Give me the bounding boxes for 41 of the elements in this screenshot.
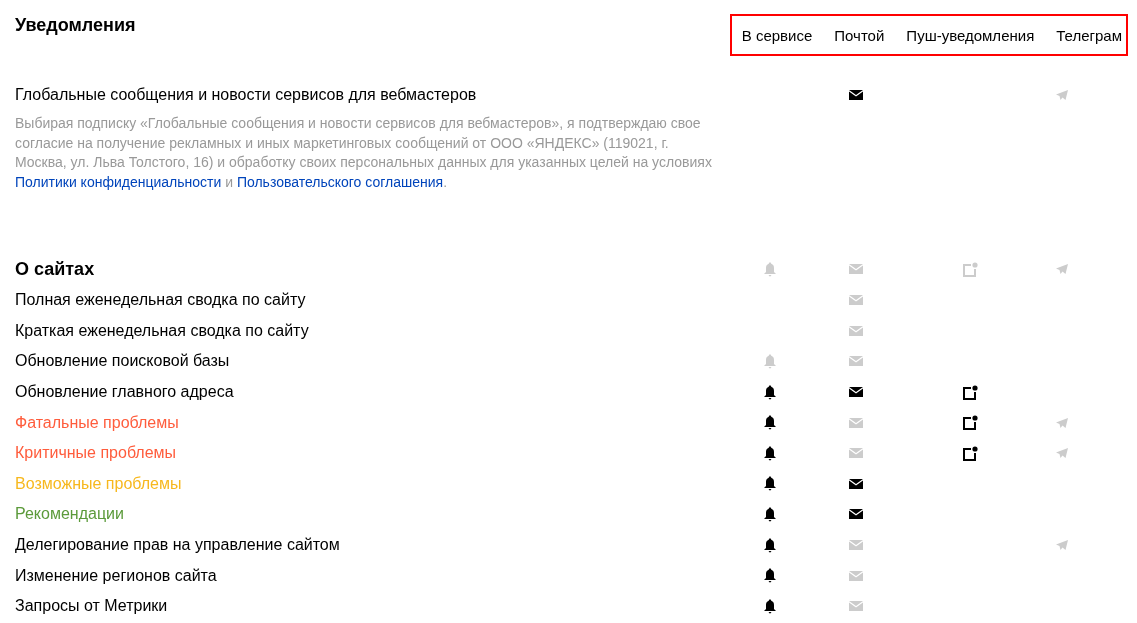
setting-label: Обновление поисковой базы	[15, 352, 231, 371]
setting-label: Возможные проблемы	[15, 474, 183, 493]
bell-icon[interactable]	[764, 445, 776, 461]
policy-link[interactable]: Политики конфиденциальности	[15, 173, 222, 190]
paper-plane-icon[interactable]	[1056, 90, 1068, 100]
envelope-icon[interactable]	[849, 90, 863, 100]
policy-link[interactable]: Пользовательского соглашения	[236, 173, 444, 190]
page-title: Уведомления	[15, 15, 136, 36]
bell-icon[interactable]	[764, 598, 776, 614]
push-notification-icon[interactable]	[962, 415, 978, 431]
envelope-icon[interactable]	[849, 509, 863, 520]
consent-text: Выбирая подписку «Глобальные сообщения и новости сервисов для вебмастеров», я подтверждаю свое согласие на получение рекламных и иных маркетинговых сообщений от ООО «ЯНДЕКС» (119021, г. Москва, ул. Льва Толстого, 16) и обработку своих персональных данных для указанных целей на условиях Политики конфиденциальности и Пользовательского соглашения.	[15, 114, 713, 192]
setting-label: Обновление главного адреса	[15, 383, 235, 402]
setting-label: Глобальные сообщения и новости сервисов для вебмастеров	[15, 86, 478, 104]
setting-label: Запросы от Метрики	[15, 597, 169, 616]
setting-label: Краткая еженедельная сводка по сайту	[15, 321, 310, 340]
bell-icon[interactable]	[764, 506, 776, 522]
setting-label: Полная еженедельная сводка по сайту	[15, 291, 307, 310]
bell-icon[interactable]	[764, 415, 776, 431]
envelope-icon[interactable]	[849, 478, 863, 489]
bell-icon[interactable]	[764, 568, 776, 584]
bell-icon[interactable]	[764, 384, 776, 400]
section-title: О сайтах	[15, 258, 96, 280]
bell-icon[interactable]	[764, 476, 776, 492]
setting-label: Изменение регионов сайта	[15, 566, 218, 585]
bell-icon[interactable]	[764, 537, 776, 553]
setting-label: Делегирование прав на управление сайтом	[15, 536, 341, 555]
column-header: Телеграм	[1056, 26, 1122, 44]
paper-plane-icon[interactable]	[1056, 540, 1068, 551]
paper-plane-icon[interactable]	[1056, 417, 1068, 428]
push-notification-icon[interactable]	[962, 445, 978, 461]
envelope-icon[interactable]	[849, 387, 863, 398]
paper-plane-icon[interactable]	[1056, 448, 1068, 459]
paper-plane-icon[interactable]	[1056, 264, 1068, 274]
setting-label: Рекомендации	[15, 505, 125, 524]
column-header: В сервисе	[741, 26, 813, 44]
setting-label: Фатальные проблемы	[15, 413, 180, 432]
setting-label: Критичные проблемы	[15, 444, 178, 463]
column-header: Почтой	[834, 26, 885, 44]
column-header: Пуш-уведомления	[906, 26, 1035, 44]
push-notification-icon[interactable]	[962, 384, 978, 400]
